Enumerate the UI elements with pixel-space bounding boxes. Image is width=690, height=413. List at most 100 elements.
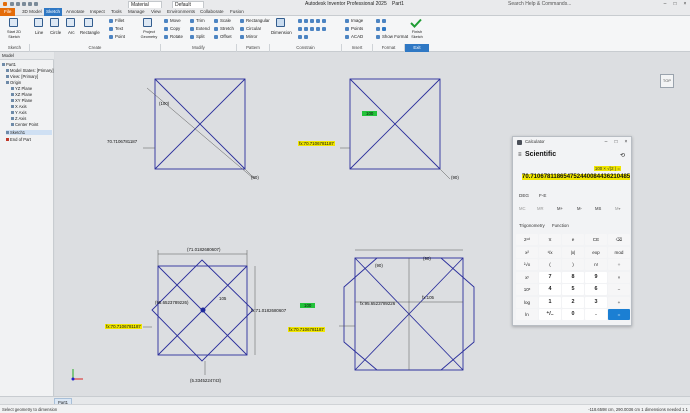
maximize-icon[interactable]: □ (670, 0, 680, 8)
stretch-button[interactable]: Stretch (220, 26, 234, 31)
perpendicular-icon[interactable] (298, 27, 302, 31)
close-paren-key[interactable]: ) (562, 259, 584, 270)
tree-item-z-axis[interactable]: Z Axis (11, 116, 26, 121)
tab-annotate[interactable]: Annotate (64, 8, 86, 16)
mod-key[interactable]: mod (608, 246, 630, 258)
fix-icon[interactable] (316, 19, 320, 23)
calculator-window[interactable]: Calculator – □ × ≡ Scientific ⟲ 100 × √(… (512, 136, 632, 326)
memory-subtract-button[interactable]: M- (577, 206, 582, 211)
dimension-label[interactable]: fx:70.7106781187 (105, 324, 142, 329)
arc-icon[interactable] (66, 18, 75, 27)
function-dropdown[interactable]: Function (552, 223, 569, 228)
move-button[interactable]: Move (170, 18, 181, 23)
parallel-icon[interactable] (322, 19, 326, 23)
viewcube[interactable]: TOP (660, 74, 674, 88)
tab-view[interactable]: View (149, 8, 163, 16)
dimension-label[interactable]: 70.7106781187 (107, 139, 137, 144)
project-geometry-icon[interactable] (143, 18, 152, 27)
circle-button[interactable]: Circle (50, 30, 61, 35)
tab-tools[interactable]: Tools (109, 8, 124, 16)
arc-button[interactable]: Arc (68, 30, 75, 35)
tab-file[interactable]: File (0, 8, 16, 16)
start-sketch-icon[interactable] (9, 18, 18, 27)
sqrt-key[interactable]: ²√x (516, 259, 538, 270)
calc-close-icon[interactable]: × (621, 137, 631, 147)
plus-key[interactable]: + (608, 296, 630, 308)
square-key[interactable]: x² (516, 246, 538, 258)
tab-sketch[interactable]: Sketch (44, 8, 63, 16)
hamburger-menu-icon[interactable]: ≡ (518, 152, 522, 158)
finish-sketch-button[interactable]: Finish Sketch (408, 30, 426, 40)
decimal-key[interactable]: . (585, 309, 607, 320)
coincident-icon[interactable] (298, 19, 302, 23)
calc-maximize-icon[interactable]: □ (611, 137, 621, 147)
negate-key[interactable]: ⁺/₋ (539, 309, 561, 320)
dimension-label[interactable]: (95.6523789226) (155, 300, 188, 305)
collinear-icon[interactable] (304, 19, 308, 23)
dimension-label[interactable]: fx:105 (422, 295, 434, 300)
backspace-key[interactable]: ⌫ (608, 234, 630, 245)
rectangle-button[interactable]: Rectangle (80, 30, 100, 35)
memory-clear-button[interactable]: MC (519, 206, 526, 211)
new-icon[interactable] (10, 2, 14, 6)
digit-5-key[interactable]: 5 (562, 284, 584, 295)
browser-header[interactable]: Model (0, 52, 54, 60)
rectangle-icon[interactable] (84, 18, 93, 27)
circular-pattern-button[interactable]: Circular (246, 26, 261, 31)
minimize-icon[interactable]: – (660, 0, 670, 8)
finish-sketch-icon[interactable] (410, 18, 422, 28)
digit-6-key[interactable]: 6 (585, 284, 607, 295)
tree-item-view[interactable]: View: [Primary] (6, 74, 38, 79)
rectangular-pattern-button[interactable]: Rectangular (246, 18, 270, 23)
memory-list-button[interactable]: M▾ (615, 206, 621, 211)
vertical-icon[interactable] (310, 27, 314, 31)
search-input[interactable]: Search Help & Commands... (508, 0, 571, 8)
center-point-icon[interactable] (376, 27, 380, 31)
dimension-edit-field[interactable]: 100 (300, 303, 316, 308)
construction-icon[interactable] (376, 19, 380, 23)
dimension-button[interactable]: Dimension (271, 30, 292, 35)
show-format-button[interactable]: Show Format (382, 34, 408, 39)
symmetric-icon[interactable] (298, 35, 302, 39)
tree-item-end-of-part[interactable]: End of Part (6, 137, 31, 142)
save-icon[interactable] (22, 2, 26, 6)
image-button[interactable]: Image (351, 18, 363, 23)
tree-item-center-point[interactable]: Center Point (11, 122, 38, 127)
tab-collaborate[interactable]: Collaborate (198, 8, 226, 16)
dimension-edit-field[interactable]: 100 (362, 111, 378, 116)
fillet-button[interactable]: Fillet (115, 18, 124, 23)
split-button[interactable]: Split (196, 34, 205, 39)
tab-3d-model[interactable]: 3D Model (20, 8, 44, 16)
tab-fusion[interactable]: Fusion (228, 8, 246, 16)
tree-item-part1[interactable]: Part1 (2, 62, 16, 67)
factorial-key[interactable]: n! (585, 259, 607, 270)
redo-icon[interactable] (34, 2, 38, 6)
tree-item-model-states[interactable]: Model States: [Primary] (6, 68, 54, 73)
digit-9-key[interactable]: 9 (585, 271, 607, 283)
tree-item-x-axis[interactable]: X Axis (11, 104, 27, 109)
ten-power-key[interactable]: 10ˣ (516, 284, 538, 295)
dimension-label[interactable]: (71.0182680607) (187, 247, 220, 252)
open-paren-key[interactable]: ( (539, 259, 561, 270)
mirror-button[interactable]: Mirror (246, 34, 257, 39)
digit-1-key[interactable]: 1 (539, 296, 561, 308)
scale-button[interactable]: Scale (220, 18, 231, 23)
tangent-icon[interactable] (316, 27, 320, 31)
digit-7-key[interactable]: 7 (539, 271, 561, 283)
power-key[interactable]: xʸ (516, 271, 538, 283)
driven-dimension-icon[interactable] (382, 27, 386, 31)
tree-item-xy-plane[interactable]: XY Plane (11, 98, 32, 103)
dimension-label[interactable]: (100) (159, 101, 169, 106)
dimension-label[interactable]: fx:95.6523789226 (360, 301, 395, 306)
pi-key[interactable]: π (539, 234, 561, 245)
copy-button[interactable]: Copy (170, 26, 180, 31)
calc-minimize-icon[interactable]: – (601, 137, 611, 147)
horizontal-icon[interactable] (304, 27, 308, 31)
clear-entry-key[interactable]: CE (585, 234, 607, 245)
dimension-label[interactable]: fx:70.7106781187 (298, 141, 335, 146)
digit-2-key[interactable]: 2 (562, 296, 584, 308)
history-icon[interactable]: ⟲ (620, 152, 625, 159)
text-button[interactable]: Text (115, 26, 123, 31)
log-key[interactable]: log (516, 296, 538, 308)
trim-button[interactable]: Trim (196, 18, 205, 23)
